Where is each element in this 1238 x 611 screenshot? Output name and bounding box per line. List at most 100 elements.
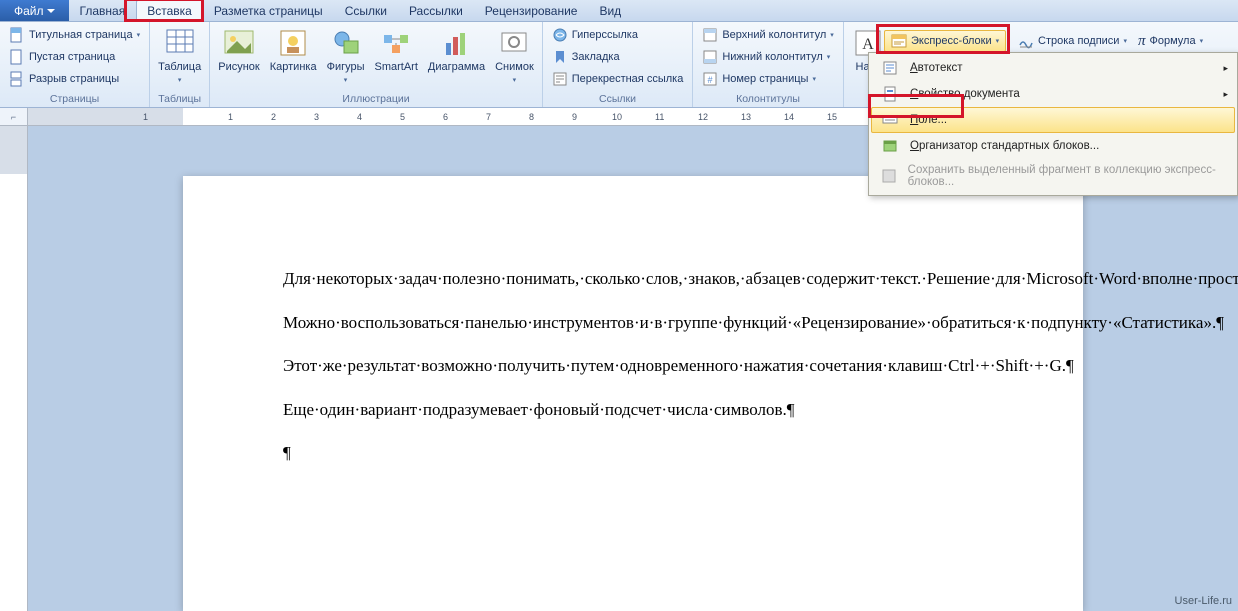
svg-text:9: 9: [572, 112, 577, 122]
autotext-icon: [882, 60, 898, 76]
menu-label: Свойство документа: [910, 88, 1020, 100]
button-label: Строка подписи: [1038, 35, 1119, 47]
button-label: Верхний колонтитул: [722, 29, 826, 41]
tab-label: Рассылки: [409, 4, 463, 18]
cover-page-button[interactable]: Титульная страница ▾: [4, 24, 145, 46]
button-label: Формула: [1150, 35, 1196, 47]
svg-text:1: 1: [228, 112, 233, 122]
button-label: Диаграмма: [428, 61, 485, 73]
page-break-button[interactable]: Разрыв страницы: [4, 68, 145, 90]
group-headerfooter: Верхний колонтитул ▾ Нижний колонтитул ▾…: [693, 22, 843, 107]
cover-page-icon: [9, 27, 25, 43]
blank-page-button[interactable]: Пустая страница: [4, 46, 145, 68]
field-icon: [882, 112, 898, 128]
screenshot-icon: [498, 27, 530, 59]
tab-references[interactable]: Ссылки: [334, 0, 398, 21]
page-break-icon: [9, 71, 25, 87]
document-canvas[interactable]: Для·некоторых·задач·полезно·понимать,·ск…: [28, 126, 1238, 611]
button-label: Закладка: [572, 51, 620, 63]
smartart-button[interactable]: SmartArt: [371, 24, 422, 76]
svg-text:2: 2: [271, 112, 276, 122]
group-label: Ссылки: [547, 93, 689, 107]
paragraph: ¶: [283, 440, 983, 466]
footer-icon: [702, 49, 718, 65]
footer-button[interactable]: Нижний колонтитул ▾: [697, 46, 838, 68]
clipart-button[interactable]: Картинка: [266, 24, 321, 76]
chart-button[interactable]: Диаграмма: [424, 24, 489, 76]
button-label: Номер страницы: [722, 73, 808, 85]
svg-text:4: 4: [357, 112, 362, 122]
shapes-button[interactable]: Фигуры▾: [323, 24, 369, 90]
field-item[interactable]: Поле...: [871, 107, 1235, 133]
save-icon: [881, 168, 897, 184]
button-label: Рисунок: [218, 61, 260, 73]
workspace: Для·некоторых·задач·полезно·понимать,·ск…: [0, 126, 1238, 611]
document-text[interactable]: Для·некоторых·задач·полезно·понимать,·ск…: [283, 266, 983, 466]
button-label: Снимок: [495, 61, 534, 73]
tab-layout[interactable]: Разметка страницы: [203, 0, 334, 21]
tab-label: Разметка страницы: [214, 4, 323, 18]
chevron-down-icon: ▾: [137, 31, 141, 39]
tab-review[interactable]: Рецензирование: [474, 0, 589, 21]
svg-text:A: A: [862, 36, 874, 53]
button-label: Разрыв страницы: [29, 73, 119, 85]
svg-text:3: 3: [314, 112, 319, 122]
save-selection-item: Сохранить выделенный фрагмент в коллекци…: [871, 159, 1235, 193]
svg-text:7: 7: [486, 112, 491, 122]
crossref-button[interactable]: Перекрестная ссылка: [547, 68, 689, 90]
docprop-item[interactable]: Свойство документа ▸: [871, 81, 1235, 107]
bookmark-button[interactable]: Закладка: [547, 46, 689, 68]
watermark: User-Life.ru: [1175, 595, 1232, 607]
tab-view[interactable]: Вид: [588, 0, 632, 21]
crossref-icon: [552, 71, 568, 87]
tab-label: Ссылки: [345, 4, 387, 18]
menu-label: Автотекст: [910, 62, 963, 74]
tabs-bar: Файл Главная Вставка Разметка страницы С…: [0, 0, 1238, 22]
shapes-icon: [330, 27, 362, 59]
group-label: Страницы: [4, 93, 145, 107]
equation-button[interactable]: π Формула ▾: [1134, 30, 1207, 52]
hyperlink-button[interactable]: Гиперссылка: [547, 24, 689, 46]
group-links: Гиперссылка Закладка Перекрестная ссылка…: [543, 22, 694, 107]
express-blocks-dropdown: Автотекст ▸ Свойство документа ▸ Поле...…: [868, 52, 1238, 196]
button-label: Экспресс-блоки: [911, 35, 992, 47]
paragraph: Еще·один·вариант·подразумевает·фоновый·п…: [283, 397, 983, 423]
chevron-down-icon: ▾: [830, 31, 834, 39]
svg-text:14: 14: [784, 112, 794, 122]
vertical-ruler[interactable]: [0, 126, 28, 611]
button-label: Таблица: [158, 61, 201, 73]
header-button[interactable]: Верхний колонтитул ▾: [697, 24, 838, 46]
signature-line-button[interactable]: Строка подписи ▾: [1014, 30, 1131, 52]
page: Для·некоторых·задач·полезно·понимать,·ск…: [183, 176, 1083, 611]
page-number-button[interactable]: # Номер страницы ▾: [697, 68, 838, 90]
file-tab-label: Файл: [14, 4, 44, 18]
group-label: Таблицы: [154, 93, 205, 107]
chevron-down-icon: ▾: [178, 77, 182, 84]
svg-text:5: 5: [400, 112, 405, 122]
group-illustrations: Рисунок Картинка Фигуры▾ SmartArt Диагра…: [210, 22, 543, 107]
tab-insert[interactable]: Вставка: [136, 0, 203, 21]
autotext-item[interactable]: Автотекст ▸: [871, 55, 1235, 81]
svg-text:6: 6: [443, 112, 448, 122]
svg-text:12: 12: [698, 112, 708, 122]
picture-button[interactable]: Рисунок: [214, 24, 264, 76]
svg-text:#: #: [708, 75, 713, 85]
tab-mailings[interactable]: Рассылки: [398, 0, 474, 21]
chevron-down-icon: ▾: [827, 53, 831, 61]
organizer-icon: [882, 138, 898, 154]
express-blocks-button[interactable]: Экспресс-блоки ▾: [884, 30, 1006, 52]
file-tab[interactable]: Файл: [0, 0, 69, 21]
paragraph: Можно·воспользоваться·панелью·инструмент…: [283, 310, 983, 336]
ruler-corner[interactable]: ⌐: [0, 108, 28, 125]
svg-text:15: 15: [827, 112, 837, 122]
screenshot-button[interactable]: Снимок▾: [491, 24, 538, 90]
tab-home[interactable]: Главная: [69, 0, 137, 21]
tab-label: Рецензирование: [485, 4, 578, 18]
menu-label: Поле...: [910, 114, 947, 126]
table-button[interactable]: Таблица ▾: [154, 24, 205, 90]
tab-label: Вид: [599, 4, 621, 18]
clipart-icon: [277, 27, 309, 59]
pi-icon: π: [1138, 33, 1146, 50]
svg-text:13: 13: [741, 112, 751, 122]
organizer-item[interactable]: Организатор стандартных блоков...: [871, 133, 1235, 159]
